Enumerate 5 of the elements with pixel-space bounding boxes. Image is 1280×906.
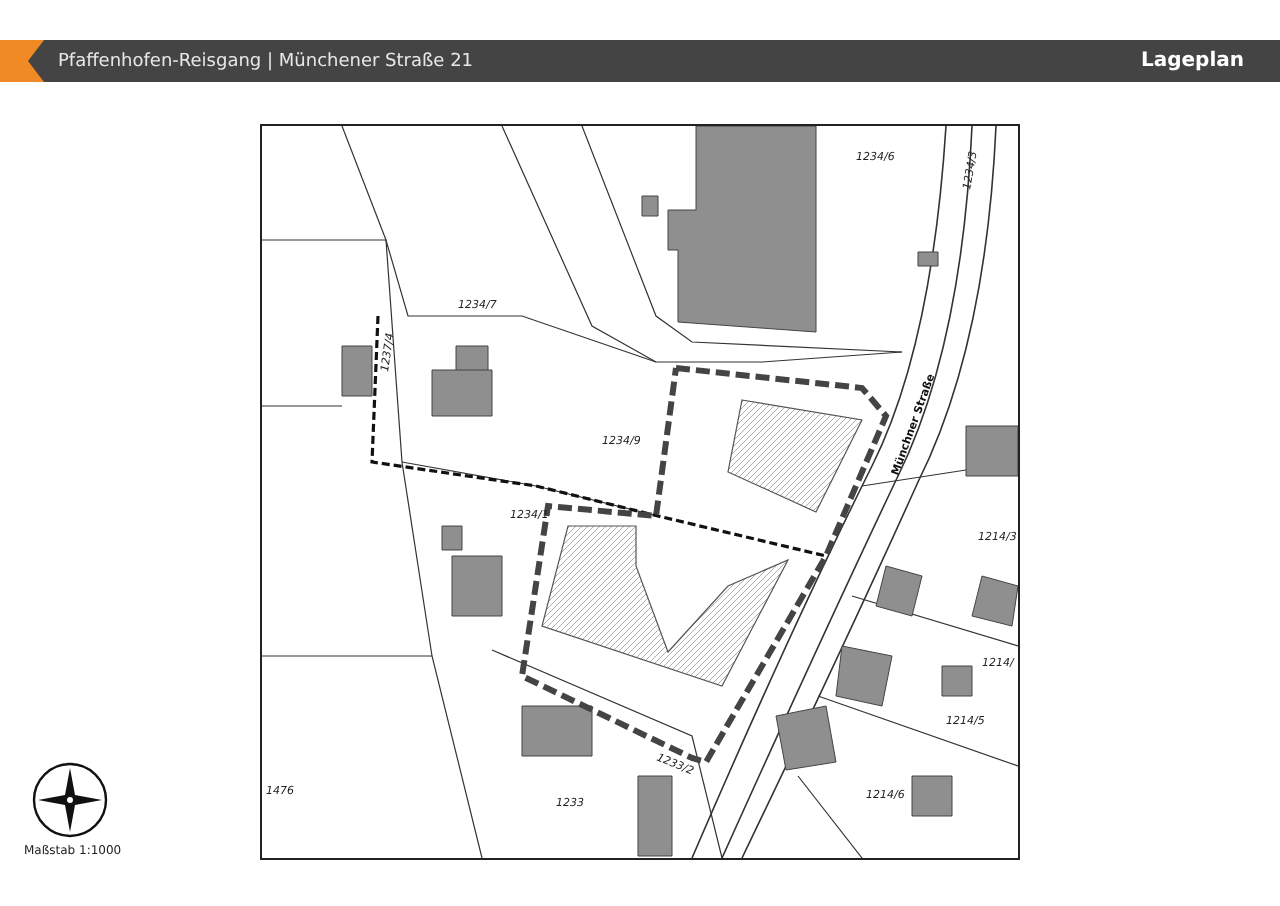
page-title: Lageplan: [1140, 50, 1244, 72]
compass-icon: [30, 760, 110, 840]
project-title: Pfaffenhofen-Reisgang | Münchener Straße 21: [58, 51, 474, 71]
parcel-boundary-line: [797, 775, 863, 859]
parcel-boundary-line: [261, 405, 343, 407]
